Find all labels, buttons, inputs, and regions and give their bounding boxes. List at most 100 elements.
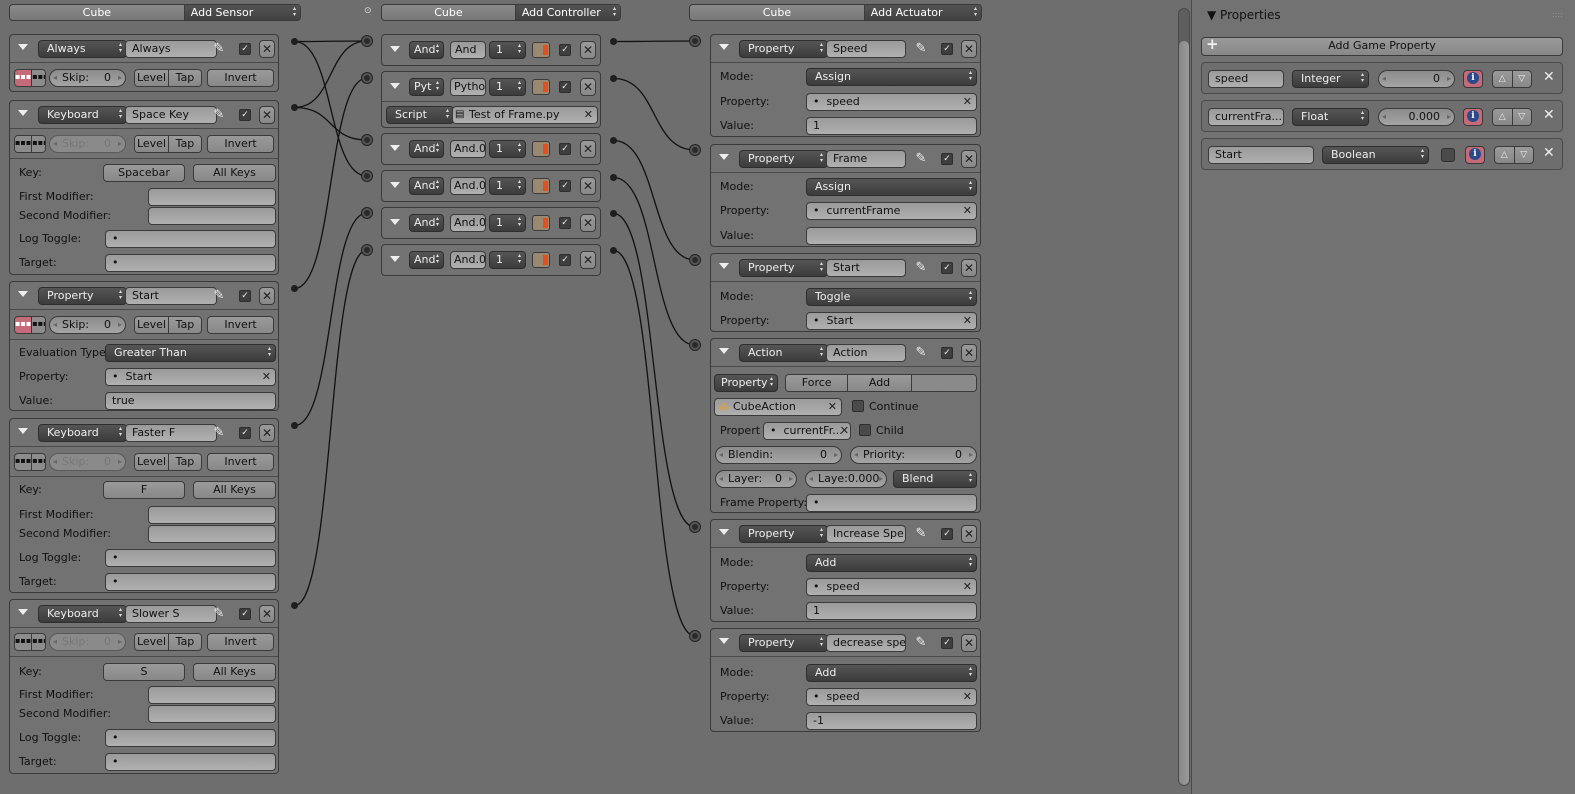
state-dropdown[interactable]: 1 <box>489 140 526 158</box>
invert-button[interactable]: Invert <box>207 69 274 87</box>
state-dropdown[interactable]: 1 <box>489 214 526 232</box>
blend-mode-dropdown[interactable]: Blend <box>893 470 977 488</box>
delete-icon[interactable]: ✕ <box>259 106 275 124</box>
all-keys-button[interactable]: All Keys <box>193 481 276 499</box>
sensor-type-dropdown[interactable]: Keyboard <box>38 605 127 623</box>
level-tap-toggle[interactable]: Level Tap <box>134 135 202 153</box>
second-modifier-field[interactable] <box>148 525 276 543</box>
controller-name-field[interactable]: And.0 <box>450 177 486 195</box>
sensor-output-socket[interactable] <box>291 285 298 292</box>
actuator-name-field[interactable]: Action <box>826 344 906 362</box>
tap-button[interactable]: Tap <box>167 317 201 333</box>
pin-icon[interactable]: ✎ <box>913 345 929 361</box>
property-name-field[interactable]: currentFra... <box>1208 108 1284 126</box>
actuator-type-dropdown[interactable]: Action <box>739 344 828 362</box>
key-button[interactable]: S <box>103 663 185 681</box>
log-toggle-field[interactable]: • <box>105 230 276 248</box>
move-updown[interactable]: △ ▽ <box>1494 146 1534 164</box>
sensor-type-dropdown[interactable]: Always <box>38 40 127 58</box>
controller-name-field[interactable]: And.0 <box>450 251 486 269</box>
collapse-icon[interactable] <box>719 529 729 535</box>
actuator-type-dropdown[interactable]: Property <box>739 634 828 652</box>
active-checkbox[interactable]: ✓ <box>941 43 953 55</box>
pulse-toggle[interactable]: ▪▪▪▪▪▪ <box>14 316 46 334</box>
child-checkbox[interactable] <box>859 424 871 436</box>
log-toggle-field[interactable]: • <box>105 549 276 567</box>
controller-type-dropdown[interactable]: And <box>409 177 444 195</box>
delete-icon[interactable]: ✕ <box>259 605 275 623</box>
first-modifier-field[interactable] <box>148 686 276 704</box>
all-keys-button[interactable]: All Keys <box>193 164 276 182</box>
active-checkbox[interactable]: ✓ <box>239 43 251 55</box>
delete-icon[interactable]: ✕ <box>961 40 977 58</box>
active-checkbox[interactable]: ✓ <box>941 347 953 359</box>
active-checkbox[interactable]: ✓ <box>941 528 953 540</box>
delete-icon[interactable]: ✕ <box>259 287 275 305</box>
controller-name-field[interactable]: And.0 <box>450 140 486 158</box>
skip-field[interactable]: Skip:0 <box>49 633 126 651</box>
level-button[interactable]: Level <box>135 70 168 86</box>
evaluation-type-dropdown[interactable]: Greater Than <box>105 344 276 362</box>
key-button[interactable]: Spacebar <box>103 164 185 182</box>
controller-input-socket[interactable] <box>362 171 372 181</box>
mode-dropdown[interactable]: Toggle <box>806 288 977 306</box>
delete-icon[interactable]: ✕ <box>580 177 596 195</box>
move-up-icon[interactable]: △ <box>1493 109 1512 125</box>
script-mode-dropdown[interactable]: Script <box>386 106 454 124</box>
bookmark-icon[interactable] <box>532 252 550 268</box>
controller-input-socket[interactable] <box>362 36 372 46</box>
scrollbar-thumb[interactable] <box>1179 41 1189 785</box>
collapse-icon[interactable] <box>18 44 28 50</box>
value-field[interactable]: true <box>105 392 276 410</box>
sensor-output-socket[interactable] <box>291 38 298 45</box>
move-updown[interactable]: △ ▽ <box>1492 70 1532 88</box>
debug-info-toggle[interactable] <box>1463 70 1483 88</box>
bookmark-icon[interactable] <box>532 215 550 231</box>
play-mode-dropdown[interactable]: Property <box>714 374 778 392</box>
collapse-icon[interactable] <box>390 83 400 89</box>
delete-icon[interactable]: ✕ <box>961 259 977 277</box>
pin-icon[interactable]: ✎ <box>913 151 929 167</box>
layer-weight-field[interactable]: Laye:0.000 <box>805 470 887 488</box>
active-checkbox[interactable]: ✓ <box>559 217 571 229</box>
target-field[interactable]: • <box>105 254 276 272</box>
controller-name-field[interactable]: And.0 <box>450 214 486 232</box>
controller-type-dropdown[interactable]: And <box>409 140 444 158</box>
value-field[interactable]: -1 <box>806 712 977 730</box>
controller-name-field[interactable]: Pytho <box>450 78 486 96</box>
property-field[interactable]: • currentFrame ✕ <box>806 202 977 220</box>
move-updown[interactable]: △ ▽ <box>1492 108 1532 126</box>
action-field[interactable]: ⁂ CubeAction ✕ <box>714 398 842 416</box>
delete-icon[interactable]: ✕ <box>961 525 977 543</box>
all-keys-button[interactable]: All Keys <box>193 663 276 681</box>
collapse-icon[interactable] <box>390 46 400 52</box>
property-field[interactable]: • speed ✕ <box>806 93 977 111</box>
state-dropdown[interactable]: 1 <box>489 177 526 195</box>
invert-button[interactable]: Invert <box>207 135 274 153</box>
clear-icon[interactable]: ✕ <box>963 203 972 219</box>
tap-button[interactable]: Tap <box>167 454 201 470</box>
clear-icon[interactable]: ✕ <box>840 423 849 439</box>
collapse-icon[interactable] <box>18 291 28 297</box>
clear-icon[interactable]: ✕ <box>828 399 837 415</box>
delete-icon[interactable]: ✕ <box>961 634 977 652</box>
controller-output-socket[interactable] <box>610 247 617 254</box>
move-down-icon[interactable]: ▽ <box>1511 109 1532 125</box>
key-button[interactable]: F <box>103 481 185 499</box>
delete-icon[interactable]: ✕ <box>961 150 977 168</box>
collapse-icon[interactable] <box>719 44 729 50</box>
state-dropdown[interactable]: 1 <box>489 41 526 59</box>
active-checkbox[interactable]: ✓ <box>941 262 953 274</box>
active-checkbox[interactable]: ✓ <box>559 180 571 192</box>
mode-dropdown[interactable]: Add <box>806 664 977 682</box>
clear-icon[interactable]: ✕ <box>584 107 593 123</box>
controller-output-socket[interactable] <box>610 75 617 82</box>
priority-field[interactable]: Priority:0 <box>850 446 977 464</box>
property-name-field[interactable]: speed <box>1208 70 1284 88</box>
delete-icon[interactable]: ✕ <box>259 40 275 58</box>
sensor-name-field[interactable]: Slower S <box>125 605 217 623</box>
property-type-dropdown[interactable]: Float <box>1292 108 1369 126</box>
sensor-name-field[interactable]: Faster F <box>125 424 217 442</box>
actuator-type-dropdown[interactable]: Property <box>739 150 828 168</box>
blendin-field[interactable]: Blendin:0 <box>715 446 842 464</box>
